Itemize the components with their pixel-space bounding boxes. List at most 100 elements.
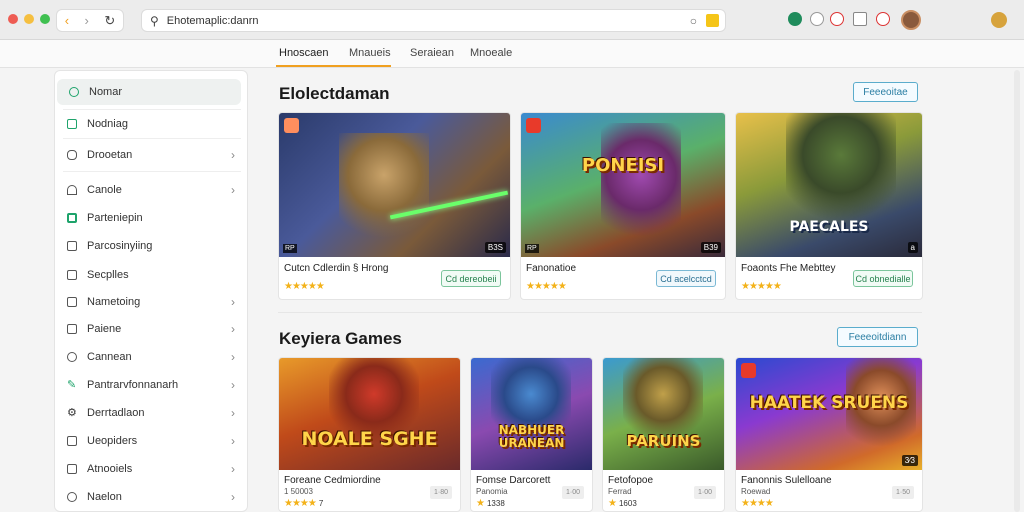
square-icon <box>67 464 77 474</box>
game-subtitle: Panomia <box>476 487 508 496</box>
character-art <box>601 123 681 253</box>
game-card[interactable]: PARUINS Fetofopoe Ferrad ★ 1603 1·00 <box>602 357 725 512</box>
sidebar-item-9[interactable]: Paiene › <box>55 316 249 342</box>
square-icon <box>67 119 77 129</box>
game-card[interactable]: PONEISI RP B39 Fanonatioe ★★★★★ Cd acelc… <box>520 112 726 300</box>
chevron-right-icon: › <box>231 378 235 392</box>
avatar[interactable] <box>901 10 921 30</box>
sidebar-item-4[interactable]: Canole › <box>55 177 249 203</box>
sidebar-item-10[interactable]: Cannean › <box>55 344 249 370</box>
game-card[interactable]: RP B3S Cutcn Cdlerdin § Hrong ★★★★★ Cd d… <box>278 112 511 300</box>
tab-bar: Hnoscaen Mnaueis Seraiean Mnoeale <box>0 40 1024 68</box>
divider <box>63 138 241 139</box>
address-bar[interactable]: ⚲ Ehotemaplic:danrn ○ <box>141 9 726 32</box>
game-card[interactable]: NOALE SGHE Foreane Cedmiordine 1 50003 ★… <box>278 357 461 512</box>
game-thumbnail: PAECALES a <box>736 113 922 257</box>
game-thumbnail: NABHUER URANEAN <box>471 358 592 470</box>
age-rating: RP <box>525 244 539 253</box>
price-tag[interactable]: 1·50 <box>892 486 914 499</box>
account-icon[interactable] <box>991 12 1007 28</box>
sidebar-item-2[interactable]: Nodniag <box>55 111 249 137</box>
sidebar-item-6[interactable]: Parcosinyiing <box>55 233 249 259</box>
game-thumbnail: NOALE SGHE <box>279 358 460 470</box>
extension-icon[interactable] <box>788 12 802 26</box>
sidebar-item-5[interactable]: Parteniepin <box>55 205 249 231</box>
sidebar-item-label: Naelon <box>87 491 122 503</box>
sidebar-item-home[interactable]: Nomar <box>57 79 241 105</box>
price-badge: a <box>907 242 918 253</box>
extension-icon[interactable] <box>810 12 824 26</box>
game-logo-text: PONEISI <box>581 155 665 176</box>
character-art <box>339 133 429 253</box>
sidebar-item-13[interactable]: Ueopiders › <box>55 428 249 454</box>
maximize-window-dot[interactable] <box>40 14 50 24</box>
active-tab-indicator <box>276 65 391 67</box>
game-card[interactable]: HAATEK SRUENS 3⁄3 Fanonnis Sulelloane Ro… <box>735 357 923 512</box>
url-text: Ehotemaplic:danrn <box>166 14 259 27</box>
image-icon <box>67 270 77 280</box>
app-icon <box>741 363 756 378</box>
gamepad-icon <box>67 150 77 160</box>
sidebar-item-3[interactable]: Drooetan › <box>55 142 249 168</box>
square-icon <box>67 324 77 334</box>
price-tag[interactable]: 1·80 <box>430 486 452 499</box>
sidebar-item-11[interactable]: ✎ Pantrarvfonnanarh › <box>55 372 249 398</box>
sidebar-item-label: Parteniepin <box>87 212 143 224</box>
scrollbar[interactable] <box>1014 70 1020 512</box>
get-button[interactable]: Cd dereobeii <box>441 270 501 287</box>
minimize-window-dot[interactable] <box>24 14 34 24</box>
see-all-button[interactable]: Feeeoitdiann <box>837 327 918 347</box>
triangle-icon <box>67 185 77 195</box>
chevron-right-icon: › <box>231 406 235 420</box>
rating-stars: ★ 1338 <box>476 498 505 509</box>
sidebar-item-label: Cannean <box>87 351 132 363</box>
character-art <box>786 113 896 233</box>
game-card[interactable]: PAECALES a Foaonts Fhe Mebttey ★★★★★ Cd … <box>735 112 923 300</box>
sidebar-item-label: Nametoing <box>87 296 141 308</box>
extension-icon[interactable] <box>853 12 867 26</box>
section-title: Elolectdaman <box>279 84 390 103</box>
chevron-right-icon: › <box>231 322 235 336</box>
price-badge: 3⁄3 <box>901 455 918 466</box>
extension-icon[interactable] <box>830 12 844 26</box>
close-window-dot[interactable] <box>8 14 18 24</box>
get-button[interactable]: Cd obnedialle <box>853 270 913 287</box>
game-thumbnail: RP B3S <box>279 113 510 257</box>
price-tag[interactable]: 1·00 <box>562 486 584 499</box>
refresh-icon[interactable]: ○ <box>690 14 697 28</box>
see-all-button[interactable]: Feeeoitae <box>853 82 918 102</box>
extension-icon[interactable] <box>876 12 890 26</box>
sidebar-item-15[interactable]: Naelon › <box>55 484 249 510</box>
bookmark-icon[interactable] <box>706 14 719 27</box>
nav-buttons: ‹ › ↻ <box>56 9 124 32</box>
back-button[interactable]: ‹ <box>65 13 69 28</box>
get-button[interactable]: Cd acelcctcd <box>656 270 716 287</box>
divider <box>63 171 241 172</box>
game-logo-text: NOALE SGHE <box>301 428 438 450</box>
age-rating: RP <box>283 244 297 253</box>
price-tag[interactable]: 1·00 <box>694 486 716 499</box>
game-logo-text: HAATEK SRUENS <box>749 393 909 413</box>
game-logo-text: PAECALES <box>789 219 869 235</box>
sidebar-item-label: Ueopiders <box>87 435 138 447</box>
clock-icon <box>67 352 77 362</box>
tab-search[interactable]: Seraiean <box>410 47 454 59</box>
square-icon <box>67 297 77 307</box>
sidebar-item-label: Nomar <box>89 86 123 98</box>
chevron-right-icon: › <box>231 434 235 448</box>
sidebar-item-8[interactable]: Nametoing › <box>55 289 249 315</box>
search-icon <box>69 87 79 97</box>
game-card[interactable]: NABHUER URANEAN Fomse Darcorett Panomia … <box>470 357 593 512</box>
sidebar-item-7[interactable]: Secplles <box>55 262 249 288</box>
sidebar-item-label: Pantrarvfonnanarh <box>87 379 179 391</box>
forward-button[interactable]: › <box>85 13 89 28</box>
reload-icon[interactable]: ↻ <box>104 13 115 29</box>
tab-games[interactable]: Mnaueis <box>349 47 391 59</box>
rating-stars: ★ 1603 <box>608 498 637 509</box>
game-title: Fetofopoe <box>608 475 654 486</box>
tab-home[interactable]: Hnoscaen <box>279 47 329 59</box>
sidebar-item-12[interactable]: ⚙ Derrtadlaon › <box>55 400 249 426</box>
section-divider <box>278 312 922 313</box>
sidebar-item-14[interactable]: Atnooiels › <box>55 456 249 482</box>
tab-more[interactable]: Mnoeale <box>470 47 512 59</box>
